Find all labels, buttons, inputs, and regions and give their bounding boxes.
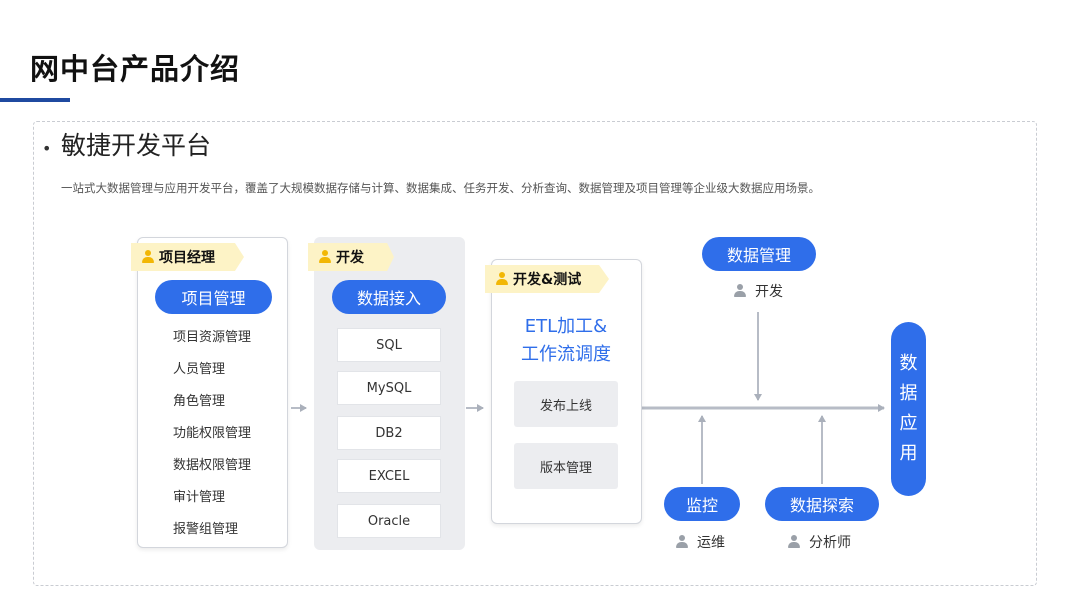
etl-title-line2: 工作流调度 bbox=[521, 344, 611, 365]
role-tag-developer: 开发 bbox=[308, 243, 394, 271]
section-description: 一站式大数据管理与应用开发平台，覆盖了大规模数据存储与计算、数据集成、任务开发、… bbox=[61, 181, 820, 195]
role-tag-project-manager: 项目经理 bbox=[131, 243, 244, 271]
user-label-text: 运维 bbox=[697, 535, 725, 551]
list-item: 报警组管理 bbox=[173, 522, 239, 537]
list-item: 角色管理 bbox=[173, 394, 226, 409]
monitor-pill: 监控 bbox=[664, 487, 740, 521]
source-box-mysql: MySQL bbox=[337, 371, 441, 405]
person-icon bbox=[787, 535, 801, 549]
person-icon bbox=[141, 250, 155, 264]
source-box-excel: EXCEL bbox=[337, 459, 441, 493]
monitor-user: 运维 bbox=[675, 532, 725, 552]
source-box-db2: DB2 bbox=[337, 416, 441, 450]
data-management-pill: 数据管理 bbox=[702, 237, 816, 271]
data-exploration-pill: 数据探索 bbox=[765, 487, 879, 521]
list-item: 项目资源管理 bbox=[173, 330, 252, 345]
person-icon bbox=[675, 535, 689, 549]
data-application-char: 用 bbox=[899, 443, 918, 464]
list-item: 数据权限管理 bbox=[173, 458, 252, 473]
list-item: 功能权限管理 bbox=[173, 426, 252, 441]
data-management-user: 开发 bbox=[733, 281, 783, 301]
data-application-char: 应 bbox=[899, 413, 918, 434]
role-tag-label: 开发 bbox=[336, 250, 364, 266]
title-underline bbox=[0, 98, 70, 102]
user-label-text: 开发 bbox=[755, 284, 783, 300]
role-tag-dev-test: 开发&测试 bbox=[485, 265, 609, 293]
project-management-pill: 项目管理 bbox=[155, 280, 272, 314]
person-icon bbox=[495, 272, 509, 286]
role-tag-label: 开发&测试 bbox=[513, 272, 582, 288]
source-box-oracle: Oracle bbox=[337, 504, 441, 538]
list-item: 审计管理 bbox=[173, 490, 226, 505]
section-bullet: • bbox=[42, 139, 52, 158]
data-application-char: 数 bbox=[899, 353, 918, 374]
step-box-publish: 发布上线 bbox=[514, 381, 618, 427]
data-ingest-pill: 数据接入 bbox=[332, 280, 446, 314]
role-tag-label: 项目经理 bbox=[159, 250, 215, 266]
person-icon bbox=[733, 284, 747, 298]
list-item: 人员管理 bbox=[173, 362, 226, 377]
step-box-version: 版本管理 bbox=[514, 443, 618, 489]
data-application-pill: 数 据 应 用 bbox=[891, 322, 926, 496]
person-icon bbox=[318, 250, 332, 264]
page-title: 网中台产品介绍 bbox=[30, 52, 241, 86]
data-exploration-user: 分析师 bbox=[787, 532, 851, 552]
section-title: 敏捷开发平台 bbox=[61, 131, 212, 160]
etl-title: ETL加工& 工作流调度 bbox=[491, 313, 641, 369]
source-box-sql: SQL bbox=[337, 328, 441, 362]
etl-title-line1: ETL加工& bbox=[524, 316, 608, 337]
data-application-char: 据 bbox=[899, 383, 918, 404]
user-label-text: 分析师 bbox=[809, 535, 851, 551]
